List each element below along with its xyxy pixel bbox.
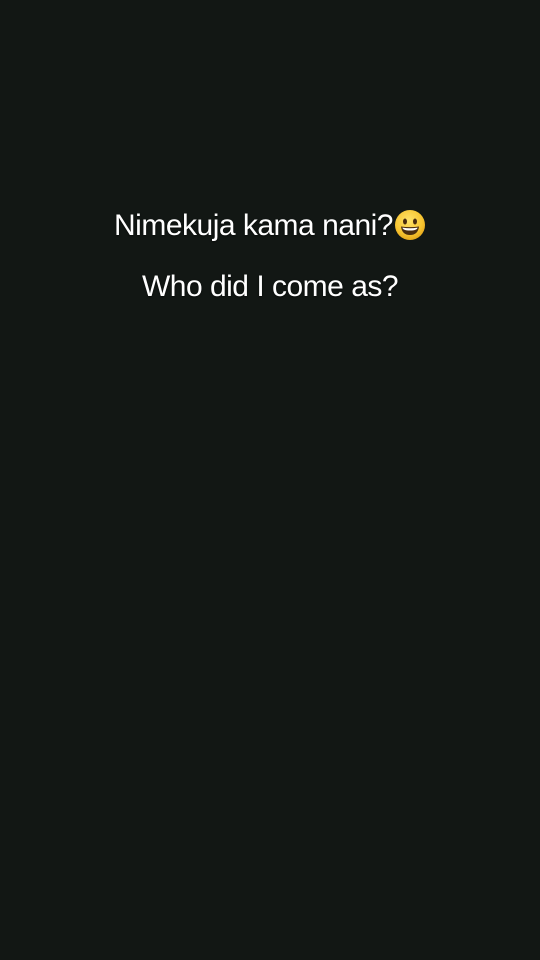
video-screen: Nimekuja kama nani? Who did I come as? xyxy=(0,0,540,960)
grinning-face-icon xyxy=(394,209,426,241)
caption-line-swahili: Nimekuja kama nani? xyxy=(0,208,540,244)
caption-text-english: Who did I come as? xyxy=(141,270,399,303)
caption-line-english: Who did I come as? xyxy=(0,269,540,305)
caption-text-swahili: Nimekuja kama nani? xyxy=(114,209,393,242)
